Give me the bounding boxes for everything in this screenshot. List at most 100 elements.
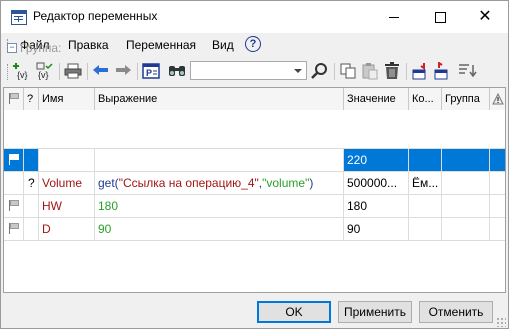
row-ko-cell <box>409 195 442 217</box>
window-title: Редактор переменных <box>33 9 158 23</box>
toolbar-grip[interactable] <box>7 64 11 80</box>
search-go-icon <box>311 63 327 79</box>
properties-button[interactable]: P <box>141 61 161 81</box>
menu-variable[interactable]: Переменная <box>126 38 196 52</box>
move-from-group-button[interactable] <box>432 61 452 81</box>
help-icon[interactable]: ? <box>245 36 261 52</box>
group-label: Группа: <box>20 41 62 55</box>
move-from-group-icon <box>434 62 448 80</box>
find-button[interactable] <box>167 61 187 81</box>
row-expression-cell[interactable]: get("Ссылка на операцию_4","volume") <box>95 172 344 194</box>
group-collapse-icon[interactable]: − <box>7 43 17 53</box>
row-group-cell <box>442 149 490 171</box>
row-question-cell: ? <box>24 172 39 194</box>
header-name-column[interactable]: Имя <box>39 88 95 110</box>
print-button[interactable] <box>63 61 83 81</box>
sort-icon <box>459 64 477 78</box>
row-name-cell[interactable]: D <box>39 218 95 240</box>
close-icon: ✕ <box>478 8 492 25</box>
svg-text:{v}: {v} <box>17 70 28 80</box>
resize-grip[interactable] <box>496 317 506 327</box>
flag-icon <box>9 93 21 104</box>
search-go-button[interactable] <box>310 61 330 81</box>
chevron-down-icon <box>294 68 302 73</box>
row-expression-cell[interactable]: 180 <box>95 195 344 217</box>
redo-button[interactable] <box>113 61 133 81</box>
toolbar-separator <box>137 63 138 80</box>
table-row[interactable]: H 220 220 <box>4 149 505 172</box>
maximize-button[interactable] <box>417 1 463 33</box>
header-warning-column[interactable] <box>490 88 505 110</box>
minimize-button[interactable] <box>371 1 417 33</box>
delete-icon <box>385 62 399 79</box>
table-app-icon <box>11 10 27 25</box>
row-expression-cell[interactable]: 220 <box>95 149 344 171</box>
add-variable-icon: {v} <box>13 63 28 80</box>
undo-icon <box>93 65 108 75</box>
row-group-cell <box>442 195 490 217</box>
menu-edit[interactable]: Правка <box>68 38 109 52</box>
row-flag-cell[interactable] <box>4 172 24 194</box>
group-row[interactable] <box>4 110 505 149</box>
row-question-cell <box>24 218 39 240</box>
row-flag-cell[interactable] <box>4 149 24 171</box>
row-expression-cell[interactable]: 90 <box>95 218 344 240</box>
row-value-cell: 500000... <box>344 172 409 194</box>
print-icon <box>64 63 82 79</box>
header-value-column[interactable]: Значение <box>344 88 409 110</box>
header-group-column[interactable]: Группа <box>442 88 490 110</box>
row-ko-cell <box>409 218 442 240</box>
search-combobox[interactable] <box>190 61 307 80</box>
variables-grid: ? Имя Выражение Значение Ко... Группа H … <box>3 87 506 293</box>
header-flag-column[interactable] <box>4 88 24 110</box>
menu-view[interactable]: Вид <box>212 38 234 52</box>
search-dropdown-button[interactable] <box>291 62 305 79</box>
row-question-cell <box>24 149 39 171</box>
paste-button[interactable] <box>360 61 380 81</box>
header-expression-column[interactable]: Выражение <box>95 88 344 110</box>
row-flag-cell[interactable] <box>4 195 24 217</box>
find-icon <box>169 66 185 76</box>
cancel-button[interactable]: Отменить <box>419 301 493 323</box>
toolbar-separator <box>87 63 88 80</box>
table-row[interactable]: ? Volume get("Ссылка на операцию_4","vol… <box>4 172 505 195</box>
add-variable-button[interactable]: {v} <box>13 61 33 81</box>
header-question-column[interactable]: ? <box>24 88 39 110</box>
warning-icon <box>492 92 504 105</box>
row-name-cell[interactable]: H <box>39 149 95 171</box>
row-name-cell[interactable]: HW <box>39 195 95 217</box>
flag-icon <box>9 154 21 165</box>
close-button[interactable]: ✕ <box>462 1 508 33</box>
header-ko-column[interactable]: Ко... <box>409 88 442 110</box>
search-input[interactable] <box>193 63 288 78</box>
flag-icon <box>9 223 21 234</box>
row-value-cell: 180 <box>344 195 409 217</box>
move-to-group-button[interactable] <box>410 61 430 81</box>
copy-icon <box>340 63 356 79</box>
table-row[interactable]: D 90 90 <box>4 218 505 241</box>
row-value-cell: 90 <box>344 218 409 240</box>
delete-button[interactable] <box>382 61 402 81</box>
row-flag-cell[interactable] <box>4 218 24 240</box>
minimize-icon <box>389 16 399 18</box>
row-question-cell <box>24 195 39 217</box>
add-variable-list-icon: {v} <box>36 62 53 80</box>
row-value-cell: 220 <box>344 149 409 171</box>
properties-icon: P <box>142 63 160 79</box>
sort-button[interactable] <box>458 61 478 81</box>
toolbar-separator <box>59 63 60 80</box>
variable-editor-window: Редактор переменных ✕ Файл Правка Переме… <box>0 0 509 329</box>
add-variable-list-button[interactable]: {v} <box>35 61 55 81</box>
table-row[interactable]: HW 180 180 <box>4 195 505 218</box>
row-group-cell <box>442 172 490 194</box>
copy-button[interactable] <box>338 61 358 81</box>
toolbar-separator <box>406 63 407 80</box>
svg-text:{v}: {v} <box>38 70 49 80</box>
ok-button[interactable]: OK <box>257 301 331 323</box>
row-ko-cell: Ём... <box>409 172 442 194</box>
apply-button[interactable]: Применить <box>338 301 412 323</box>
redo-icon <box>116 65 131 75</box>
maximize-icon <box>434 11 446 23</box>
row-name-cell[interactable]: Volume <box>39 172 95 194</box>
undo-button[interactable] <box>91 61 111 81</box>
